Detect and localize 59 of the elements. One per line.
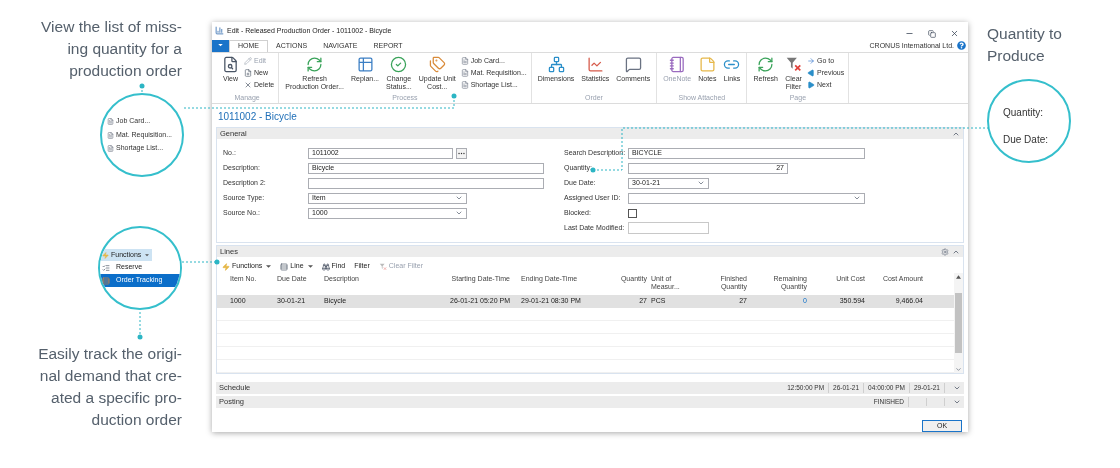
next-icon <box>807 81 815 90</box>
menu-button[interactable] <box>212 39 229 53</box>
scroll-down-icon <box>955 366 962 373</box>
text-field[interactable] <box>308 177 544 189</box>
dropdown-field[interactable] <box>628 192 865 204</box>
refresh-icon <box>306 56 324 74</box>
report-icon <box>107 145 114 152</box>
delete-icon <box>244 81 252 90</box>
report-icon <box>107 131 114 139</box>
lightning-icon <box>222 262 230 271</box>
notebook-icon <box>668 56 686 74</box>
caret-icon <box>218 44 223 48</box>
annotation-text: Quantity to Produce <box>987 24 1063 66</box>
annotation-text: View the list of miss- ing quantity for a production order <box>40 17 182 81</box>
binoculars-icon <box>321 262 330 271</box>
scrollbar[interactable] <box>954 273 963 373</box>
chevron-down-icon <box>697 179 705 187</box>
document-search-icon <box>222 56 239 74</box>
lightning-icon <box>102 251 109 259</box>
previous-icon <box>807 69 815 78</box>
clear-filter-icon <box>378 262 387 271</box>
chart-icon <box>586 56 604 74</box>
lookup-button[interactable] <box>456 147 467 159</box>
annotation-text: Easily track the origi- nal demand that cre- ated a specific pro- duction order <box>37 344 182 430</box>
reserve-icon <box>102 263 110 272</box>
chevron-down-icon <box>853 194 861 202</box>
checkbox[interactable] <box>628 208 637 218</box>
caret-icon <box>145 253 150 257</box>
scroll-up-icon <box>956 275 961 279</box>
help-icon[interactable] <box>957 41 966 51</box>
app-icon <box>215 26 224 36</box>
clear-filter-icon <box>785 56 802 74</box>
field-label: Due Date: <box>1003 133 1050 147</box>
leader-line <box>137 311 143 340</box>
page-title: 1011002 - Bicycle <box>218 110 298 123</box>
arrow-right-icon <box>807 57 815 66</box>
report-icon <box>460 81 469 90</box>
new-document-icon <box>244 69 252 78</box>
refresh-icon <box>757 56 775 74</box>
report-icon <box>460 69 469 78</box>
settings-icon[interactable] <box>941 247 949 256</box>
tracking-icon <box>102 276 110 285</box>
restore-icon[interactable] <box>928 29 936 38</box>
ellipsis-icon <box>458 151 465 155</box>
pencil-icon <box>244 57 252 66</box>
report-icon <box>460 57 469 66</box>
comment-icon <box>624 56 642 74</box>
rows-icon <box>280 262 289 271</box>
caret-icon <box>307 264 313 269</box>
table-icon <box>356 56 374 74</box>
caret-icon <box>266 264 272 269</box>
leader-line <box>139 83 145 94</box>
network-icon <box>547 56 565 74</box>
check-circle-icon <box>390 56 408 74</box>
field-label: Quantity: <box>1003 106 1045 120</box>
tags-icon <box>428 56 446 74</box>
sticky-note-icon <box>698 56 716 74</box>
report-icon <box>107 118 114 125</box>
close-icon[interactable] <box>950 29 959 39</box>
